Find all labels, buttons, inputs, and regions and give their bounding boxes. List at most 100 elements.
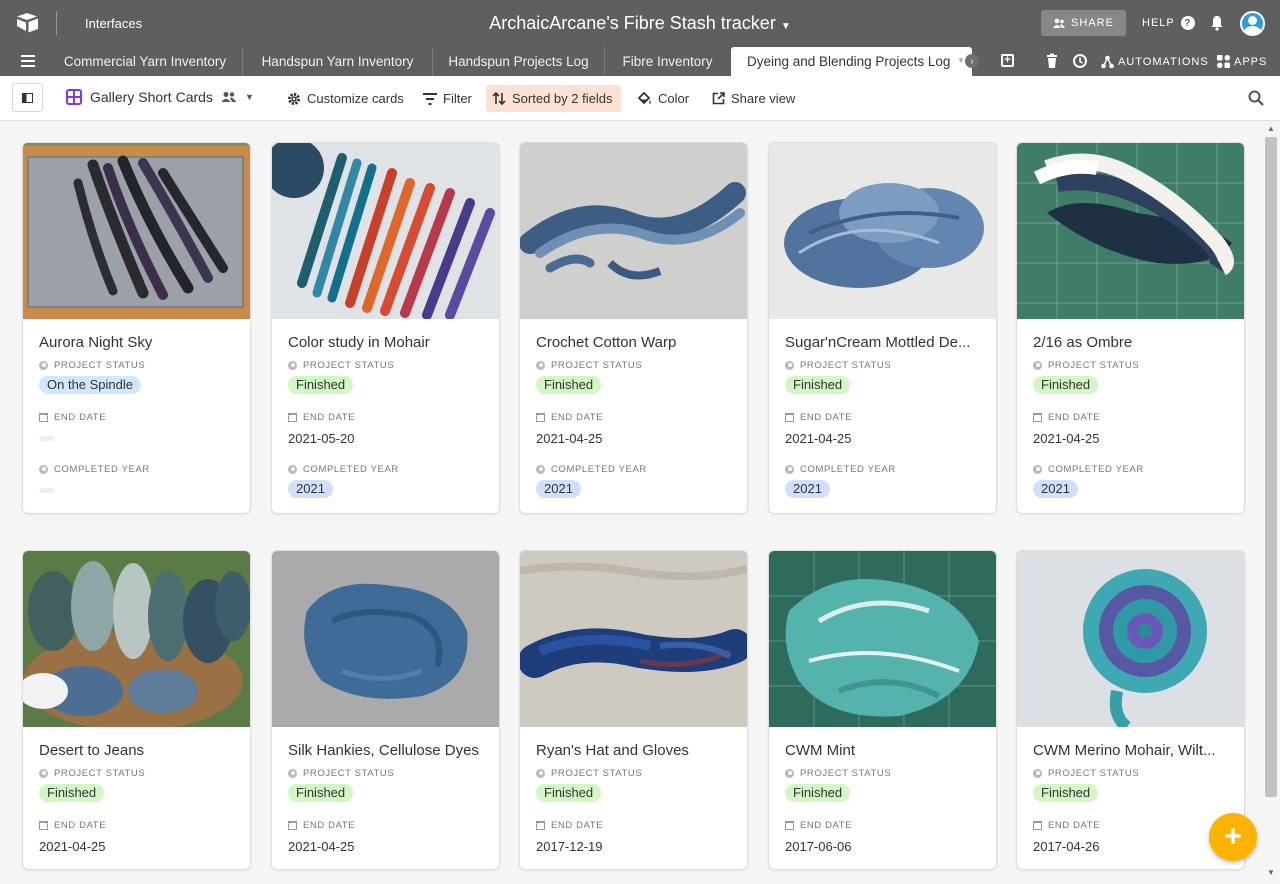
card-title: Ryan's Hat and Gloves bbox=[536, 742, 689, 759]
single-select-icon bbox=[39, 360, 48, 370]
sort-button[interactable]: Sorted by 2 fields bbox=[486, 85, 621, 112]
record-card[interactable]: Silk Hankies, Cellulose Dyes PROJECT STA… bbox=[272, 551, 499, 869]
tab-dyeing-and-blending-projects-log[interactable]: Dyeing and Blending Projects Log bbox=[731, 47, 972, 76]
record-card[interactable]: Desert to Jeans PROJECT STATUS Finished … bbox=[23, 551, 250, 869]
search-icon[interactable] bbox=[1248, 90, 1264, 106]
scroll-up-icon[interactable]: ▲ bbox=[1267, 124, 1275, 133]
status-badge: Finished bbox=[785, 376, 851, 394]
interfaces-link[interactable]: Interfaces bbox=[85, 16, 142, 31]
calendar-icon bbox=[536, 412, 545, 422]
gallery-icon bbox=[66, 89, 82, 105]
customize-cards-button[interactable]: Customize cards bbox=[281, 85, 410, 112]
automations-button[interactable]: AUTOMATIONS bbox=[1101, 55, 1209, 69]
end-date-value: 2021-05-20 bbox=[288, 431, 355, 446]
field-label-status: PROJECT STATUS bbox=[769, 357, 996, 373]
field-value-end-date: 2021-05-20 bbox=[272, 425, 499, 461]
field-value-end-date: 2021-04-25 bbox=[23, 833, 250, 869]
record-card[interactable]: Aurora Night Sky PROJECT STATUS On the S… bbox=[23, 143, 250, 513]
field-value-status: Finished bbox=[1017, 373, 1244, 409]
single-select-icon bbox=[288, 768, 297, 778]
record-card[interactable]: Ryan's Hat and Gloves PROJECT STATUS Fin… bbox=[520, 551, 747, 869]
single-select-icon bbox=[1033, 464, 1042, 474]
sidebar-toggle-button[interactable] bbox=[12, 83, 43, 112]
sidebar-toggle-icon bbox=[22, 92, 33, 103]
paint-bucket-icon bbox=[637, 91, 651, 104]
help-icon: ? bbox=[1180, 16, 1195, 30]
field-value-end-date: 2017-06-06 bbox=[769, 833, 996, 869]
tab-dropdown-icon[interactable]: ▼ bbox=[957, 56, 965, 65]
calendar-icon bbox=[536, 820, 545, 830]
card-title: CWM Mint bbox=[785, 742, 855, 759]
card-title: Sugar'nCream Mottled De... bbox=[785, 334, 971, 351]
single-select-icon bbox=[785, 360, 794, 370]
color-button[interactable]: Color bbox=[631, 85, 695, 112]
field-value-end-date: 2017-12-19 bbox=[520, 833, 747, 869]
field-value-status: Finished bbox=[520, 781, 747, 817]
field-value-year bbox=[23, 477, 250, 513]
share-view-icon bbox=[712, 92, 725, 105]
caret-down-icon[interactable]: ▼ bbox=[781, 21, 791, 32]
vertical-scrollbar[interactable]: ▲ ▼ bbox=[1262, 121, 1280, 884]
record-card[interactable]: Crochet Cotton Warp PROJECT STATUS Finis… bbox=[520, 143, 747, 513]
field-label-year: COMPLETED YEAR bbox=[769, 461, 996, 477]
field-value-status: Finished bbox=[769, 781, 996, 817]
plus-icon: + bbox=[1224, 820, 1242, 853]
help-label: HELP bbox=[1142, 17, 1175, 29]
tab-handspun-yarn-inventory[interactable]: Handspun Yarn Inventory bbox=[242, 47, 432, 76]
record-card[interactable]: 2/16 as Ombre PROJECT STATUS Finished EN… bbox=[1017, 143, 1244, 513]
card-title: Aurora Night Sky bbox=[39, 334, 153, 351]
field-label-end-date: END DATE bbox=[272, 817, 499, 833]
share-view-button[interactable]: Share view bbox=[706, 85, 801, 112]
single-select-icon bbox=[39, 768, 48, 778]
tab-fibre-inventory[interactable]: Fibre Inventory bbox=[604, 47, 730, 76]
single-select-icon bbox=[536, 768, 545, 778]
filter-button[interactable]: Filter bbox=[417, 85, 478, 112]
record-card[interactable]: CWM Mint PROJECT STATUS Finished END DAT… bbox=[769, 551, 996, 869]
history-icon[interactable] bbox=[1072, 53, 1088, 69]
field-value-year: 2021 bbox=[769, 477, 996, 513]
view-switcher[interactable]: Gallery Short Cards ▼ bbox=[66, 89, 254, 105]
bell-icon[interactable] bbox=[1209, 15, 1225, 31]
trash-icon[interactable] bbox=[1044, 53, 1060, 69]
record-card[interactable]: Color study in Mohair PROJECT STATUS Fin… bbox=[272, 143, 499, 513]
more-tabs-icon[interactable]: › bbox=[965, 54, 979, 68]
scroll-down-icon[interactable]: ▼ bbox=[1267, 868, 1275, 877]
add-record-button[interactable]: + bbox=[1209, 813, 1257, 861]
record-card[interactable]: CWM Merino Mohair, Wilt... PROJECT STATU… bbox=[1017, 551, 1244, 869]
apps-button[interactable]: APPS bbox=[1217, 55, 1267, 68]
field-value-year: 2021 bbox=[520, 477, 747, 513]
hamburger-icon[interactable] bbox=[21, 55, 35, 67]
year-badge: 2021 bbox=[1033, 480, 1078, 498]
field-value-year: 2021 bbox=[272, 477, 499, 513]
card-title: CWM Merino Mohair, Wilt... bbox=[1033, 742, 1216, 759]
single-select-icon bbox=[39, 464, 48, 474]
calendar-icon bbox=[288, 412, 297, 422]
avatar[interactable] bbox=[1240, 11, 1265, 36]
record-card[interactable]: Sugar'nCream Mottled De... PROJECT STATU… bbox=[769, 143, 996, 513]
end-date-value: 2021-04-25 bbox=[39, 839, 106, 854]
empty-value bbox=[39, 436, 55, 441]
base-name[interactable]: ArchaicArcane's Fibre Stash tracker bbox=[489, 13, 776, 33]
caret-down-icon: ▼ bbox=[244, 92, 254, 102]
status-badge: Finished bbox=[1033, 376, 1099, 394]
end-date-value: 2021-04-25 bbox=[536, 431, 603, 446]
field-value-end-date bbox=[23, 425, 250, 461]
field-label-status: PROJECT STATUS bbox=[1017, 357, 1244, 373]
plus-square-icon[interactable]: + bbox=[1001, 54, 1014, 67]
field-label-end-date: END DATE bbox=[520, 409, 747, 425]
share-button[interactable]: SHARE bbox=[1041, 10, 1126, 36]
divider bbox=[56, 11, 57, 35]
help-button[interactable]: HELP ? bbox=[1142, 16, 1195, 30]
view-name: Gallery Short Cards bbox=[90, 89, 213, 105]
field-label-end-date: END DATE bbox=[520, 817, 747, 833]
airtable-logo-icon[interactable] bbox=[16, 12, 40, 34]
tab-handspun-projects-log[interactable]: Handspun Projects Log bbox=[432, 47, 604, 76]
card-title: Crochet Cotton Warp bbox=[536, 334, 677, 351]
color-label: Color bbox=[658, 91, 690, 106]
view-bar: Gallery Short Cards ▼ Customize cards Fi… bbox=[0, 76, 1280, 121]
end-date-value: 2017-04-26 bbox=[1033, 839, 1100, 854]
status-badge: Finished bbox=[288, 784, 354, 802]
scrollbar-thumb[interactable] bbox=[1265, 137, 1277, 797]
field-label-end-date: END DATE bbox=[1017, 409, 1244, 425]
tab-commercial-yarn-inventory[interactable]: Commercial Yarn Inventory bbox=[48, 47, 242, 76]
